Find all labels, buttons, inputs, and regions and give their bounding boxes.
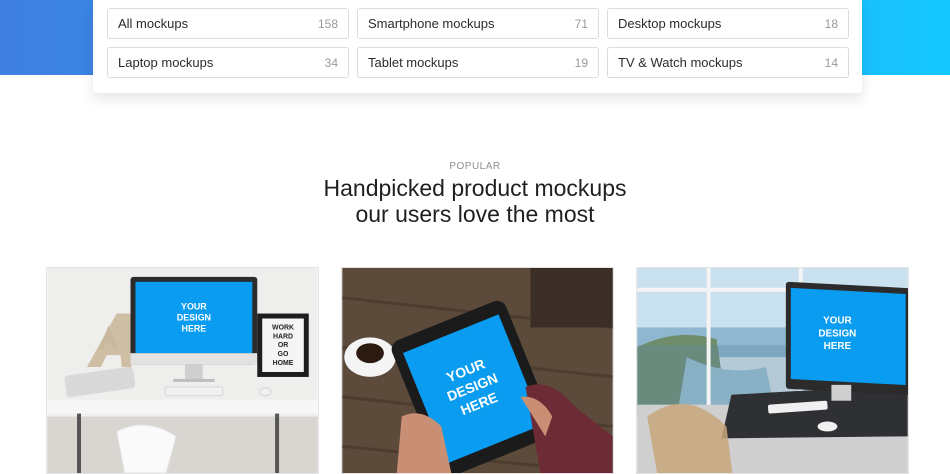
screen-text-line: YOUR xyxy=(823,315,852,326)
mockup-card-imac-desk[interactable]: YOUR DESIGN HERE WORK HARD OR GO HOME xyxy=(46,267,319,474)
category-tv-watch-mockups[interactable]: TV & Watch mockups 14 xyxy=(607,47,849,78)
category-grid: All mockups 158 Smartphone mockups 71 De… xyxy=(107,8,849,78)
poster-text-line: WORK xyxy=(272,324,294,331)
mockup-category-filter: All mockups 158 Smartphone mockups 71 De… xyxy=(93,0,862,93)
category-desktop-mockups[interactable]: Desktop mockups 18 xyxy=(607,8,849,39)
category-tablet-mockups[interactable]: Tablet mockups 19 xyxy=(357,47,599,78)
poster-text-line: GO xyxy=(278,351,289,358)
section-title: Handpicked product mockups our users lov… xyxy=(0,175,950,227)
category-label: All mockups xyxy=(118,16,189,31)
mockup-card-imac-seaview[interactable]: YOUR DESIGN HERE xyxy=(636,267,909,474)
tablet-hands-image: YOUR DESIGN HERE xyxy=(342,268,613,473)
category-count: 158 xyxy=(317,16,338,31)
screen-text-line: YOUR xyxy=(181,302,207,312)
category-label: Desktop mockups xyxy=(618,16,722,31)
category-smartphone-mockups[interactable]: Smartphone mockups 71 xyxy=(357,8,599,39)
category-laptop-mockups[interactable]: Laptop mockups 34 xyxy=(107,47,349,78)
category-label: TV & Watch mockups xyxy=(618,55,743,70)
section-eyebrow: POPULAR xyxy=(449,161,501,172)
imac-seaview-image: YOUR DESIGN HERE xyxy=(637,268,908,473)
category-label: Tablet mockups xyxy=(368,55,459,70)
category-count: 19 xyxy=(574,55,588,70)
section-title-line-1: Handpicked product mockups xyxy=(323,175,627,201)
poster-text-line: HARD xyxy=(273,333,293,340)
category-label: Smartphone mockups xyxy=(368,16,495,31)
category-count: 18 xyxy=(824,16,838,31)
imac-desk-image: YOUR DESIGN HERE WORK HARD OR GO HOME xyxy=(47,268,318,473)
category-label: Laptop mockups xyxy=(118,55,214,70)
category-count: 34 xyxy=(324,55,338,70)
poster-text-line: HOME xyxy=(273,360,294,367)
category-all-mockups[interactable]: All mockups 158 xyxy=(107,8,349,39)
screen-text-line: DESIGN xyxy=(818,328,856,339)
category-count: 14 xyxy=(824,55,838,70)
screen-text-line: DESIGN xyxy=(177,312,211,322)
screen-text-line: HERE xyxy=(824,341,852,352)
screen-text-line: HERE xyxy=(182,323,207,333)
mockup-card-tablet-hands[interactable]: YOUR DESIGN HERE xyxy=(341,267,614,474)
section-title-line-2: our users love the most xyxy=(355,201,595,227)
poster-text-line: OR xyxy=(278,342,288,349)
category-count: 71 xyxy=(574,16,588,31)
